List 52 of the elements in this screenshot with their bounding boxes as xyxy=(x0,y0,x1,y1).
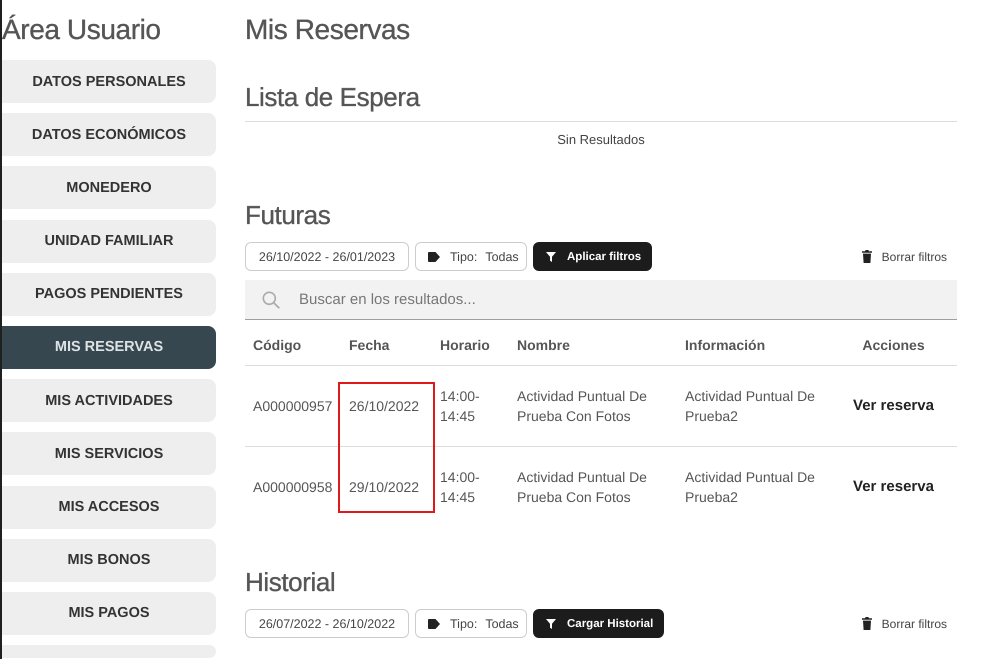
sidebar-item[interactable]: MIS BONOS xyxy=(2,538,216,582)
table-cell-text: 14:00- 14:45 xyxy=(439,387,481,426)
apply-filters-button[interactable]: Cargar Historial xyxy=(533,609,664,638)
sidebar-item[interactable]: MIS ACTIVIDADES xyxy=(2,379,216,422)
sidebar-item[interactable]: UNIDAD FAMILIAR xyxy=(2,220,216,263)
sidebar-title: Área Usuario xyxy=(2,13,162,47)
date-range-field[interactable]: 26/10/2022 - 26/01/2023 xyxy=(245,242,409,271)
table-cell: Actividad Puntual De Prueba2 xyxy=(677,446,830,526)
trash-icon xyxy=(862,617,872,630)
table-cell-text: 26/10/2022 xyxy=(348,397,420,416)
table-cell: Actividad Puntual De Prueba Con Fotos xyxy=(509,446,677,526)
sidebar-item[interactable]: MIS ACCESOS xyxy=(2,486,216,528)
section-title: Lista de Espera xyxy=(245,81,957,122)
search-field[interactable]: Buscar en los resultados... xyxy=(245,280,957,320)
column-header: Acciones xyxy=(830,320,957,366)
table-cell: A000000958 xyxy=(245,446,341,526)
view-booking-link[interactable]: Ver reserva xyxy=(853,396,934,416)
search-icon xyxy=(262,291,280,309)
table-cell: 29/10/2022 xyxy=(341,446,432,526)
column-header: Fecha xyxy=(341,320,432,366)
tag-icon xyxy=(428,618,440,628)
filter-icon xyxy=(546,618,556,628)
view-booking-link[interactable]: Ver reserva xyxy=(853,476,934,496)
sidebar-item[interactable]: MONEDERO xyxy=(2,166,216,210)
column-header: Código xyxy=(245,320,341,366)
table-cell-text: A000000957 xyxy=(252,397,334,416)
column-header: Horario xyxy=(432,320,509,366)
trash-icon xyxy=(862,250,872,263)
tag-icon xyxy=(428,252,440,262)
table-cell-text: Actividad Puntual De Prueba Con Fotos xyxy=(516,387,648,426)
sidebar-item[interactable]: MIS RESERVAS xyxy=(2,326,216,369)
sidebar-item[interactable]: PAGOS PENDIENTES xyxy=(2,272,216,316)
apply-filters-button[interactable]: Aplicar filtros xyxy=(533,242,652,271)
sidebar-item[interactable]: MIS PAGOS xyxy=(2,592,216,635)
sidebar-item[interactable]: DATOS PERSONALES xyxy=(2,60,216,103)
type-filter-button[interactable]: Tipo: Todas xyxy=(415,609,527,638)
type-filter-button[interactable]: Tipo: Todas xyxy=(415,242,527,271)
sidebar-item[interactable] xyxy=(2,645,216,658)
section-title: Futuras xyxy=(245,199,332,231)
empty-message: Sin Resultados xyxy=(556,131,646,149)
clear-filters-button[interactable]: Borrar filtros xyxy=(862,616,947,630)
filter-icon xyxy=(546,252,556,262)
clear-filters-button[interactable]: Borrar filtros xyxy=(862,250,947,264)
date-range-field[interactable]: 26/07/2022 - 26/10/2022 xyxy=(245,609,409,638)
sidebar-item[interactable]: MIS SERVICIOS xyxy=(2,432,216,476)
column-header: Nombre xyxy=(509,320,677,366)
section-title: Historial xyxy=(245,566,336,598)
page-title: Mis Reservas xyxy=(245,13,411,47)
sidebar-item[interactable]: DATOS ECONÓMICOS xyxy=(2,113,216,156)
table-cell-text: Actividad Puntual De Prueba2 xyxy=(684,387,816,426)
table-cell: 14:00- 14:45 xyxy=(432,446,509,526)
column-header: Información xyxy=(677,320,830,366)
